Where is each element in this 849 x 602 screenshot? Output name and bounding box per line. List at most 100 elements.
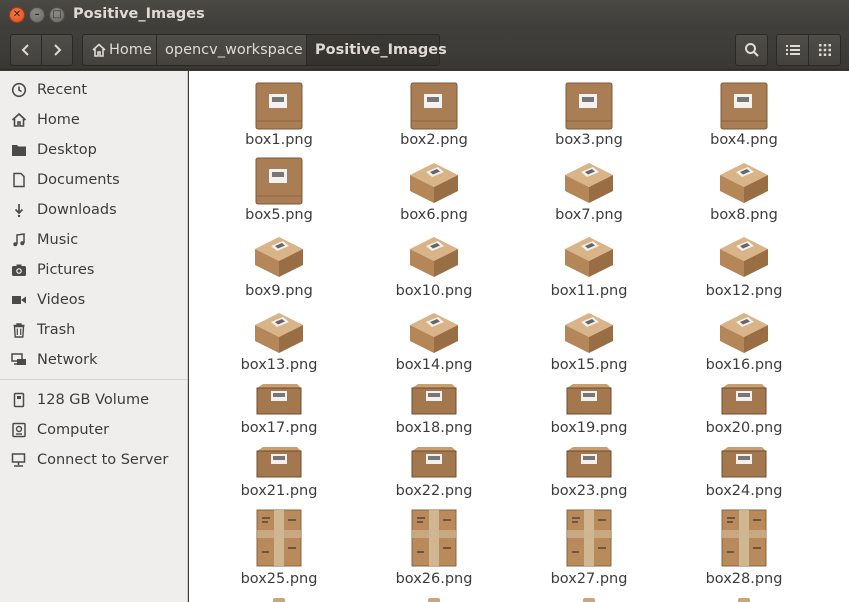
sidebar-item-music[interactable]: Music xyxy=(0,225,187,255)
image-thumbnail xyxy=(684,310,804,356)
sidebar-item-label: Desktop xyxy=(37,142,97,158)
chevron-right-icon xyxy=(52,43,62,57)
image-thumbnail xyxy=(684,508,804,568)
sidebar-item-computer[interactable]: Computer xyxy=(0,415,187,445)
next-row-thumbnail-peek xyxy=(583,598,595,602)
image-thumbnail xyxy=(374,382,494,418)
sidebar-item-label: Computer xyxy=(37,422,110,438)
trash-icon xyxy=(10,321,28,339)
breadcrumb-label: opencv_workspace xyxy=(165,42,303,58)
image-thumbnail xyxy=(374,310,494,356)
sidebar-item-label: Home xyxy=(37,112,80,128)
file-name: box24.png xyxy=(705,483,783,499)
list-view-icon xyxy=(785,44,800,56)
sidebar-item-label: Trash xyxy=(37,322,76,338)
image-thumbnail xyxy=(219,156,339,206)
sidebar-item-label: Recent xyxy=(37,82,88,98)
close-window-button[interactable]: ✕ xyxy=(9,7,25,23)
home-icon xyxy=(91,42,107,58)
sidebar-item-label: Videos xyxy=(37,292,86,308)
home-icon xyxy=(10,111,28,129)
document-icon xyxy=(10,171,28,189)
search-icon xyxy=(744,42,760,58)
sidebar-item-home[interactable]: Home xyxy=(0,105,187,135)
maximize-window-button[interactable]: □ xyxy=(49,7,65,23)
image-thumbnail xyxy=(374,445,494,481)
file-name: box4.png xyxy=(710,132,778,148)
file-grid: box1.png box2.png box3.png box4.png box5… xyxy=(189,71,849,602)
grid-view-button[interactable] xyxy=(808,34,841,66)
minimize-window-button[interactable]: – xyxy=(29,7,45,23)
chevron-left-icon xyxy=(21,43,31,57)
image-thumbnail xyxy=(684,81,804,131)
image-thumbnail xyxy=(529,234,649,280)
server-icon xyxy=(10,451,28,469)
image-thumbnail xyxy=(374,81,494,131)
file-name: box7.png xyxy=(555,207,623,223)
file-name: box15.png xyxy=(550,357,628,373)
file-name: box25.png xyxy=(240,571,318,587)
sidebar-item-label: Downloads xyxy=(37,202,117,218)
image-thumbnail xyxy=(529,81,649,131)
image-thumbnail xyxy=(219,508,339,568)
breadcrumb-opencv-workspace[interactable]: opencv_workspace xyxy=(156,34,307,66)
download-icon xyxy=(10,201,28,219)
file-name: box18.png xyxy=(395,420,473,436)
computer-icon xyxy=(10,421,28,439)
breadcrumb-label: Positive_Images xyxy=(315,42,447,58)
sidebar-item-desktop[interactable]: Desktop xyxy=(0,135,187,165)
sidebar-separator xyxy=(0,379,187,380)
camera-icon xyxy=(10,261,28,279)
window-title: Positive_Images xyxy=(73,6,205,22)
title-bar: ✕ – □ Positive_Images xyxy=(0,0,849,30)
next-row-thumbnail-peek xyxy=(428,598,440,602)
file-name: box9.png xyxy=(245,283,313,299)
sidebar-item-128-gb-volume[interactable]: 128 GB Volume xyxy=(0,385,187,415)
file-name: box8.png xyxy=(710,207,778,223)
image-thumbnail xyxy=(219,445,339,481)
image-thumbnail xyxy=(374,160,494,206)
file-manager-window: ✕ – □ Positive_Images Home opencv_worksp… xyxy=(0,0,849,602)
forward-button[interactable] xyxy=(41,34,73,66)
sidebar-item-pictures[interactable]: Pictures xyxy=(0,255,187,285)
sidebar-item-network[interactable]: Network xyxy=(0,345,187,375)
breadcrumb-home-label: Home xyxy=(109,42,152,58)
sidebar-item-label: Network xyxy=(37,352,98,368)
back-button[interactable] xyxy=(10,34,42,66)
image-thumbnail xyxy=(529,160,649,206)
image-thumbnail xyxy=(529,445,649,481)
file-name: box10.png xyxy=(395,283,473,299)
sidebar-item-label: 128 GB Volume xyxy=(37,392,150,408)
sidebar-item-trash[interactable]: Trash xyxy=(0,315,187,345)
sidebar: Recent Home Desktop Documents Downloads Music… xyxy=(0,71,188,602)
file-name: box23.png xyxy=(550,483,628,499)
image-thumbnail xyxy=(374,508,494,568)
grid-view-icon xyxy=(818,44,831,56)
file-name: box28.png xyxy=(705,571,783,587)
search-button[interactable] xyxy=(735,34,768,66)
image-thumbnail xyxy=(219,310,339,356)
sidebar-item-label: Pictures xyxy=(37,262,95,278)
sidebar-item-recent[interactable]: Recent xyxy=(0,75,187,105)
breadcrumb-positive-images[interactable]: Positive_Images xyxy=(306,34,447,66)
scrollbar[interactable] xyxy=(845,71,849,602)
breadcrumb-home[interactable]: Home xyxy=(82,34,157,66)
sidebar-item-downloads[interactable]: Downloads xyxy=(0,195,187,225)
image-thumbnail xyxy=(529,508,649,568)
minimize-icon: – xyxy=(34,9,40,20)
file-name: box26.png xyxy=(395,571,473,587)
music-icon xyxy=(10,231,28,249)
sidebar-item-documents[interactable]: Documents xyxy=(0,165,187,195)
list-view-button[interactable] xyxy=(776,34,809,66)
file-name: box14.png xyxy=(395,357,473,373)
sidebar-item-connect-to-server[interactable]: Connect to Server xyxy=(0,445,187,475)
file-name: box27.png xyxy=(550,571,628,587)
image-thumbnail xyxy=(684,445,804,481)
image-thumbnail xyxy=(219,382,339,418)
file-name: box11.png xyxy=(550,283,628,299)
image-thumbnail xyxy=(684,382,804,418)
image-thumbnail xyxy=(684,160,804,206)
drive-icon xyxy=(10,391,28,409)
sidebar-item-videos[interactable]: Videos xyxy=(0,285,187,315)
file-name: box5.png xyxy=(245,207,313,223)
